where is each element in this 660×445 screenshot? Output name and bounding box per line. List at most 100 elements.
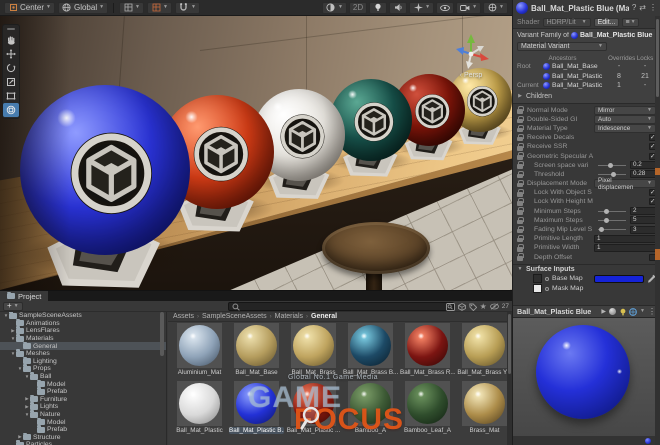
edit-shader-button[interactable]: Edit... (594, 18, 620, 27)
lock-icon[interactable] (517, 180, 523, 188)
scale-tool-button[interactable] (3, 75, 19, 89)
breadcrumb-item-materials[interactable]: Materials (275, 313, 303, 320)
lock-icon[interactable] (517, 198, 523, 206)
lock-icon[interactable] (517, 217, 523, 225)
property-value-field[interactable]: 2 (630, 207, 656, 215)
tree-item-props[interactable]: ▼Props (0, 365, 166, 373)
property-value-field[interactable]: 1 (594, 244, 656, 252)
asset-ball-mat-base[interactable]: Ball_Mat_Base (229, 323, 284, 376)
slider-knob[interactable] (604, 218, 609, 223)
orientation-toggle-button[interactable]: Global ▼ (58, 2, 108, 14)
shader-dropdown[interactable]: HDRP/Lit ▼ (543, 18, 591, 27)
2d-button[interactable]: 2D (349, 2, 367, 14)
scrollbar-thumb[interactable] (508, 314, 511, 374)
lock-icon[interactable] (517, 106, 523, 114)
tree-item-lights[interactable]: ▶Lights (0, 403, 166, 411)
lock-icon[interactable] (517, 226, 523, 234)
asset-brass-mat[interactable]: Brass_Mat (457, 381, 512, 434)
lock-icon[interactable] (517, 253, 523, 261)
asset-ball-mat-plastic-b[interactable]: Ball_Mat_Plastic B... (229, 381, 284, 434)
slider-knob[interactable] (604, 209, 609, 214)
property-dropdown[interactable]: Auto▼ (594, 115, 656, 124)
ancestor-row-ball-mat-plastic[interactable]: Ball_Mat_Plastic821 (517, 72, 656, 82)
grid-scrollbar[interactable] (507, 312, 512, 445)
scene-viewport[interactable]: ‹Persp (0, 16, 512, 290)
property-dropdown[interactable]: Pixel displacemen▼ (594, 179, 656, 188)
tree-item-general[interactable]: General (0, 342, 166, 350)
ancestor-row-ball-mat-plastic-blue[interactable]: CurrentBall_Mat_Plastic Blue1- (517, 81, 656, 91)
hidden-objects-icon[interactable] (490, 303, 499, 310)
tree-item-structure[interactable]: ▶Structure (0, 434, 166, 442)
tree-item-ball[interactable]: ▼Ball (0, 373, 166, 381)
tab-project[interactable]: Project (0, 291, 48, 301)
preview-header[interactable]: Ball_Mat_Plastic Blue ▶ ▼ ⋮ (513, 305, 660, 318)
lock-icon[interactable] (517, 189, 523, 197)
orientation-gizmo[interactable] (448, 30, 494, 74)
transform-tool-button[interactable] (3, 103, 19, 117)
tree-item-animations[interactable]: Animations (0, 320, 166, 328)
tree-item-furniture[interactable]: ▶Furniture (0, 396, 166, 404)
asset-bamboo-leaf-a[interactable]: Bamboo_Leaf_A (400, 381, 455, 434)
lock-icon[interactable] (517, 161, 523, 169)
gizmos-button[interactable]: ▼ (483, 2, 508, 14)
property-value-field[interactable]: 3 (630, 226, 656, 234)
search-input[interactable] (228, 302, 454, 311)
pivot-toggle-button[interactable]: Center ▼ (4, 2, 55, 14)
property-value-field[interactable]: 0.2 (630, 161, 656, 169)
tree-item-model[interactable]: Model (0, 380, 166, 388)
panel-divider[interactable] (166, 312, 167, 445)
help-icon[interactable]: ? (632, 4, 636, 12)
asset-bamboo-a[interactable]: Bamboo_A (343, 381, 398, 434)
tree-item-model[interactable]: Model (0, 418, 166, 426)
effects-button[interactable]: ▼ (409, 2, 434, 14)
environment-icon[interactable] (629, 308, 637, 316)
property-value-field[interactable]: 1 (594, 235, 656, 243)
lock-icon[interactable] (517, 143, 523, 151)
camera-button[interactable]: ▼ (456, 2, 481, 14)
sphere-mode-icon[interactable] (609, 308, 616, 315)
inspector-scrollbar[interactable] (655, 16, 660, 445)
asset-ball-mat-brass[interactable]: Ball_Mat_Brass (286, 323, 341, 376)
property-slider[interactable] (598, 220, 626, 221)
presets-icon[interactable]: ⇄ (639, 4, 646, 12)
label-icon[interactable] (469, 303, 477, 311)
add-asset-button[interactable]: + ▼ (3, 302, 23, 311)
rotate-tool-button[interactable] (3, 61, 19, 75)
lighting-button[interactable] (369, 2, 387, 14)
texture-slot[interactable] (533, 284, 542, 293)
property-slider[interactable] (598, 174, 626, 175)
asset-ball-mat-brass-b[interactable]: Ball_Mat_Brass B... (343, 323, 398, 376)
kebab-menu-icon[interactable]: ⋮ (649, 4, 657, 12)
rect-tool-button[interactable] (3, 89, 19, 103)
tree-scrollbar[interactable] (160, 312, 164, 356)
tree-item-samplesceneassets[interactable]: ▼SampleSceneAssets (0, 312, 166, 320)
favorites-icon[interactable]: ★ (480, 302, 487, 311)
asset-ball-mat-brass-r[interactable]: Ball_Mat_Brass R... (400, 323, 455, 376)
scrollbar-thumb[interactable] (656, 19, 659, 97)
children-foldout[interactable]: ▶ Children (517, 92, 656, 101)
property-slider[interactable] (598, 165, 626, 166)
hand-tool-button[interactable] (3, 33, 19, 47)
play-icon[interactable]: ▶ (601, 309, 606, 315)
property-slider[interactable] (598, 229, 626, 230)
audio-button[interactable] (389, 2, 407, 14)
preview-viewport[interactable] (513, 318, 655, 436)
tree-item-prefab[interactable]: Prefab (0, 388, 166, 396)
property-dropdown[interactable]: Mirror▼ (594, 106, 656, 115)
breadcrumb-item-assets[interactable]: Assets (173, 313, 194, 320)
slider-knob[interactable] (608, 163, 613, 168)
slider-knob[interactable] (599, 227, 604, 232)
lock-icon[interactable] (517, 116, 523, 124)
breadcrumb-item-samplesceneassets[interactable]: SampleSceneAssets (202, 313, 267, 320)
lock-icon[interactable] (517, 244, 523, 252)
texture-slot[interactable] (533, 274, 542, 283)
visibility-button[interactable] (436, 2, 454, 14)
property-dropdown[interactable]: Iridescence▼ (594, 124, 656, 133)
draw-mode-button[interactable]: ▼ (322, 2, 347, 14)
move-tool-button[interactable] (3, 47, 19, 61)
breadcrumb-item-general[interactable]: General (311, 313, 337, 320)
lock-icon[interactable] (517, 235, 523, 243)
tree-item-nature[interactable]: ▼Nature (0, 411, 166, 419)
palette-drag-handle[interactable] (7, 28, 15, 30)
asset-ball-mat-brass-y[interactable]: Ball_Mat_Brass Y... (457, 323, 512, 376)
